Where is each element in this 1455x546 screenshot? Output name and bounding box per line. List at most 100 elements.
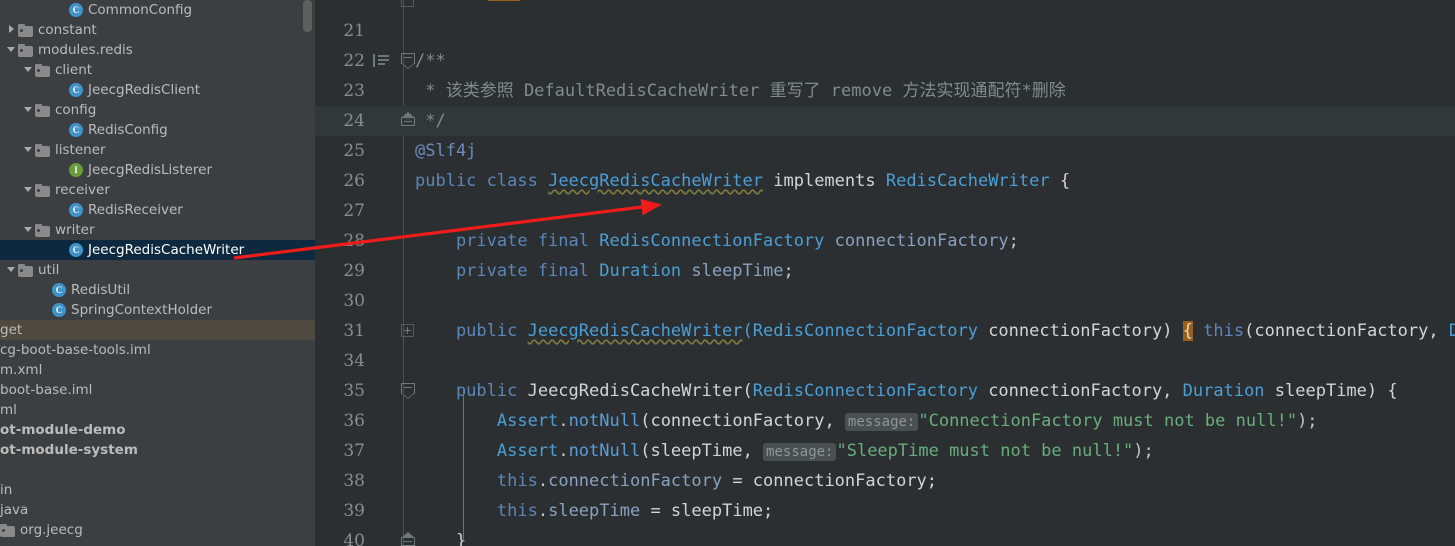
tree-item-clipped[interactable]: ml: [0, 400, 315, 420]
fold-end-icon[interactable]: [401, 532, 415, 546]
tree-item-jeecgredislisterer[interactable]: I JeecgRedisListerer: [0, 160, 315, 180]
folder-icon: [35, 223, 50, 237]
tree-item-clipped[interactable]: [0, 460, 315, 480]
chevron-down-icon[interactable]: [22, 180, 35, 200]
code-text: Assert.notNull(connectionFactory, messag…: [415, 406, 1318, 437]
code-line[interactable]: 21: [315, 16, 1455, 46]
code-line[interactable]: 40 }: [315, 526, 1455, 546]
tree-item-clipped[interactable]: ot-module-system: [0, 440, 315, 460]
tree-item-clipped[interactable]: java: [0, 500, 315, 520]
line-number: 30: [343, 291, 365, 311]
tree-item-clipped[interactable]: boot-base.iml: [0, 380, 315, 400]
code-editor[interactable]: 3import ... 21 22 /** 23 * 该类参照 DefaultRedis…: [315, 0, 1455, 546]
fold-expand-icon[interactable]: [367, 316, 415, 346]
code-line[interactable]: 29 private final Duration sleepTime;: [315, 256, 1455, 286]
code-token: {: [1049, 171, 1071, 191]
code-lines[interactable]: 3import ... 21 22 /** 23 * 该类参照 DefaultRedis…: [315, 0, 1455, 546]
tree-item-springcontextholder[interactable]: C SpringContextHolder: [0, 300, 315, 320]
tree-item-clipped[interactable]: get: [0, 320, 315, 340]
tree-item-jeecgredisclient[interactable]: C JeecgRedisClient: [0, 80, 315, 100]
code-line[interactable]: 3import ...: [315, 0, 1455, 16]
folder-icon: [35, 63, 50, 77]
tree-item-clipped[interactable]: cg-boot-base-tools.iml: [0, 340, 315, 360]
fold-end-icon[interactable]: [367, 106, 415, 136]
chevron-down-icon[interactable]: [22, 220, 35, 240]
fold-collapsed-icon[interactable]: [367, 0, 415, 16]
tree-item-commonconfig[interactable]: C CommonConfig: [0, 0, 315, 20]
tree-item-writer[interactable]: writer: [0, 220, 315, 240]
code-line[interactable]: 37 Assert.notNull(sleepTime, message: "Sl…: [315, 436, 1455, 466]
code-line[interactable]: 35 public JeecgRedisCacheWriter(RedisCon…: [315, 376, 1455, 406]
code-token: .: [558, 441, 569, 461]
folder-icon: [0, 523, 15, 537]
code-line[interactable]: 36 Assert.notNull(connectionFactory, mes…: [315, 406, 1455, 436]
code-line[interactable]: 30: [315, 286, 1455, 316]
code-line[interactable]: 25 @Slf4j: [315, 136, 1455, 166]
tree-item-jeecgrediscachewriter[interactable]: C JeecgRedisCacheWriter: [0, 240, 315, 260]
chevron-down-icon[interactable]: [22, 60, 35, 80]
fold-collapse-icon[interactable]: [401, 53, 415, 69]
line-number: 21: [343, 21, 365, 41]
fold-end-icon[interactable]: [367, 526, 415, 546]
code-text: */: [415, 106, 445, 136]
chevron-right-icon[interactable]: [5, 20, 18, 40]
tree-item-clipped[interactable]: in: [0, 480, 315, 500]
tree-item-redisconfig[interactable]: C RedisConfig: [0, 120, 315, 140]
project-tree-clipped-rows[interactable]: get cg-boot-base-tools.iml m.xml boot-base.…: [0, 320, 315, 540]
tree-item-label: modules.redis: [38, 42, 133, 58]
tree-item-redisreceiver[interactable]: C RedisReceiver: [0, 200, 315, 220]
tree-item-label: constant: [38, 22, 97, 38]
code-token: JeecgRedisCacheWriter: [527, 381, 743, 401]
code-line[interactable]: 26 public class JeecgRedisCacheWriter imp…: [315, 166, 1455, 196]
code-line[interactable]: 22 /**: [315, 46, 1455, 76]
tree-item-listener[interactable]: listener: [0, 140, 315, 160]
fold-collapse-icon[interactable]: [401, 383, 415, 399]
code-line[interactable]: 38 this.connectionFactory = connectionFa…: [315, 466, 1455, 496]
chevron-down-icon[interactable]: [22, 140, 35, 160]
code-token: .: [537, 501, 549, 521]
fold-expand-icon[interactable]: [401, 324, 414, 337]
code-token: );: [1297, 411, 1318, 431]
tree-item-clipped[interactable]: m.xml: [0, 360, 315, 380]
tree-item-modules-redis[interactable]: modules.redis: [0, 40, 315, 60]
code-line[interactable]: 24 */: [315, 106, 1455, 136]
project-tree[interactable]: C CommonConfig constant modules.redis client…: [0, 0, 315, 320]
code-token: RedisCacheWriter: [885, 171, 1050, 191]
code-token: (connectionFactory,: [1244, 321, 1449, 341]
fold-end-icon[interactable]: [401, 112, 415, 128]
line-number: 35: [343, 381, 365, 401]
fold-collapse-icon[interactable]: [367, 376, 415, 406]
tree-item-clipped[interactable]: ot-module-demo: [0, 420, 315, 440]
code-text: public JeecgRedisCacheWriter(RedisConnec…: [415, 316, 1455, 346]
tree-item-label: CommonConfig: [88, 2, 193, 18]
sidebar-vertical-scrollbar[interactable]: [303, 0, 312, 32]
collapsed-import-marker: ...: [486, 0, 522, 1]
tree-item-constant[interactable]: constant: [0, 20, 315, 40]
inlay-hint: message:: [763, 443, 837, 461]
code-line[interactable]: 28 private final RedisConnectionFactory …: [315, 226, 1455, 256]
project-tree-panel[interactable]: C CommonConfig constant modules.redis client…: [0, 0, 315, 546]
tree-item-util[interactable]: util: [0, 260, 315, 280]
tree-item-clipped[interactable]: org.jeecg: [0, 520, 315, 540]
code-line[interactable]: 31 public JeecgRedisCacheWriter(RedisCon…: [315, 316, 1455, 346]
code-text: Assert.notNull(sleepTime, message: "Sleep…: [415, 436, 1154, 467]
tree-item-receiver[interactable]: receiver: [0, 180, 315, 200]
code-line[interactable]: 23 * 该类参照 DefaultRedisCacheWriter 重写了 re…: [315, 76, 1455, 106]
fold-collapsed-icon[interactable]: [401, 0, 414, 7]
code-token: Assert: [496, 441, 559, 461]
chevron-down-icon[interactable]: [22, 100, 35, 120]
code-line[interactable]: 27: [315, 196, 1455, 226]
tree-item-config[interactable]: config: [0, 100, 315, 120]
chevron-down-icon[interactable]: [5, 40, 18, 60]
chevron-down-icon[interactable]: [5, 260, 18, 280]
tree-item-client[interactable]: client: [0, 60, 315, 80]
code-line[interactable]: 34: [315, 346, 1455, 376]
tree-item-redisutil[interactable]: C RedisUtil: [0, 280, 315, 300]
code-line[interactable]: 39 this.sleepTime = sleepTime;: [315, 496, 1455, 526]
javadoc-fold-gutter[interactable]: [367, 46, 415, 76]
